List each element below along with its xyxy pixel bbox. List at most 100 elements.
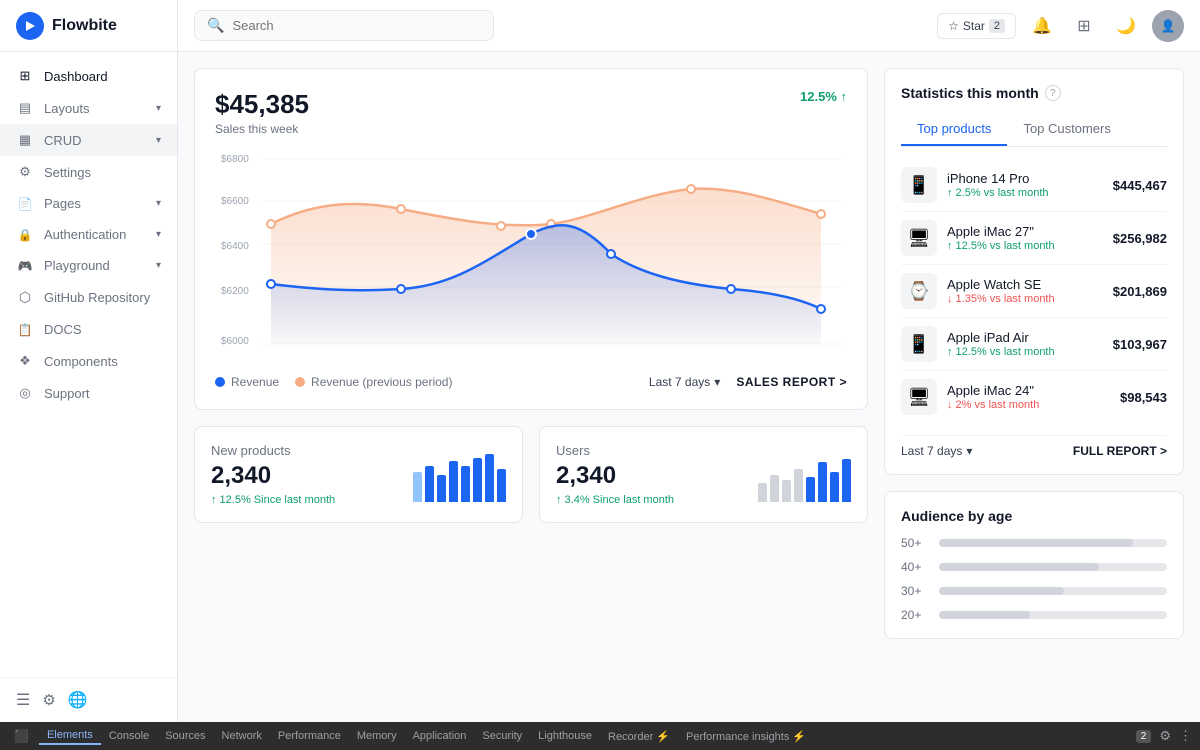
dark-mode-icon[interactable]: 🌙 [1110,10,1142,42]
stats-period-select[interactable]: Last 7 days ▾ [901,444,972,458]
product-image-watch: ⌚ [901,273,937,309]
age-row-50: 50+ [901,536,1167,550]
sidebar-bottom-flag-icon[interactable]: 🌐 [68,690,88,710]
devtools-tab-application[interactable]: Application [405,728,475,744]
github-icon: ⬡ [16,289,34,306]
age-row-40: 40+ [901,560,1167,574]
star-button[interactable]: ☆ Star 2 [937,13,1016,39]
star-label: Star [963,19,985,33]
age-label-50: 50+ [901,536,931,550]
sidebar-item-support[interactable]: ◎ Support [0,377,177,409]
devtools-badge: 2 [1136,730,1152,743]
sidebar-item-layouts[interactable]: ▤ Layouts ▾ [0,92,177,124]
product-image-ipad: 📱 [901,326,937,362]
grid-icon[interactable]: ⊞ [1068,10,1100,42]
svg-text:$6000: $6000 [221,336,249,347]
tab-top-products[interactable]: Top products [901,113,1007,146]
devtools-more-icon[interactable]: ⋮ [1179,728,1192,744]
product-change-imac24: ↓ 2% vs last month [947,399,1110,411]
pages-icon: 📄 [16,197,34,211]
layouts-icon: ▤ [16,100,34,116]
product-change-ipad: ↑ 12.5% vs last month [947,346,1103,358]
header-actions: ☆ Star 2 🔔 ⊞ 🌙 👤 [921,10,1200,42]
age-label-30: 30+ [901,584,931,598]
svg-text:$6400: $6400 [221,241,249,252]
devtools-tab-recorder[interactable]: Recorder ⚡ [600,728,678,745]
devtools-tab-security[interactable]: Security [474,728,530,744]
playground-chevron: ▾ [156,260,161,271]
sidebar-bottom-settings-icon[interactable]: ⚙ [42,691,55,709]
star-icon: ☆ [948,19,959,33]
pages-chevron: ▾ [156,198,161,209]
sidebar-item-crud[interactable]: ▦ CRUD ▾ [0,124,177,156]
search-icon: 🔍 [207,17,224,34]
metric-cards-row: New products 2,340 ↑ 12.5% Since last mo… [194,426,868,523]
notification-icon[interactable]: 🔔 [1026,10,1058,42]
stats-tabs: Top products Top Customers [901,113,1167,147]
logo-area: Flowbite [0,0,178,51]
product-price: $103,967 [1113,337,1167,352]
sidebar-item-github[interactable]: ⬡ GitHub Repository [0,281,177,314]
sidebar-item-authentication[interactable]: 🔒 Authentication ▾ [0,219,177,250]
product-price: $256,982 [1113,231,1167,246]
users-value: 2,340 [556,462,674,490]
product-row: 📱 Apple iPad Air ↑ 12.5% vs last month $… [901,318,1167,371]
sidebar-item-pages[interactable]: 📄 Pages ▾ [0,188,177,219]
avatar[interactable]: 👤 [1152,10,1184,42]
tab-top-customers[interactable]: Top Customers [1007,113,1126,146]
auth-chevron: ▾ [156,229,161,240]
product-name: Apple iMac 27" [947,224,1103,239]
full-report-link[interactable]: FULL REPORT > [1073,444,1167,458]
sales-report-link[interactable]: SALES REPORT > [736,375,847,389]
sidebar-nav: ⊞ Dashboard ▤ Layouts ▾ ▦ CRUD ▾ ⚙ Setti… [0,52,177,677]
legend-revenue: Revenue [215,375,279,389]
right-column: Statistics this month ? Top products Top… [884,68,1184,706]
sidebar-item-components[interactable]: ❖ Components [0,345,177,377]
product-change-imac27: ↑ 12.5% vs last month [947,240,1103,252]
support-icon: ◎ [16,385,34,401]
sidebar-item-dashboard[interactable]: ⊞ Dashboard [0,60,177,92]
logo-icon [16,12,44,40]
sidebar-bottom: ☰ ⚙ 🌐 [0,677,177,722]
age-bar-40 [939,563,1099,571]
period-select[interactable]: Last 7 days ▾ [649,375,720,389]
sidebar-item-playground[interactable]: 🎮 Playground ▾ [0,250,177,281]
devtools-tab-performance[interactable]: Performance [270,728,349,744]
search-container: 🔍 [178,10,921,41]
product-change-watch: ↓ 1.35% vs last month [947,293,1103,305]
svg-text:$6600: $6600 [221,196,249,207]
devtools-tab-memory[interactable]: Memory [349,728,405,744]
revenue-chart-svg: $6800 $6600 $6400 $6200 $6000 [215,144,847,364]
devtools-settings-icon[interactable]: ⚙ [1159,728,1171,744]
sidebar-bottom-bars-icon[interactable]: ☰ [16,690,30,710]
devtools-tab-lighthouse[interactable]: Lighthouse [530,728,600,744]
components-icon: ❖ [16,353,34,369]
devtools-tab-perf-insights[interactable]: Performance insights ⚡ [678,728,814,745]
crud-icon: ▦ [16,132,34,148]
devtools-tab-elements[interactable]: Elements [39,727,101,745]
devtools-tab-console[interactable]: Console [101,728,157,744]
sidebar-item-docs[interactable]: 📋 DOCS [0,314,177,345]
devtools-panel-icon[interactable]: ⬛ [8,729,35,743]
product-name: Apple Watch SE [947,277,1103,292]
logo-text: Flowbite [52,17,117,35]
center-column: $45,385 Sales this week 12.5% ↑ $6800 $6… [194,68,868,706]
devtools-tab-network[interactable]: Network [214,728,270,744]
sidebar-item-settings[interactable]: ⚙ Settings [0,156,177,188]
product-name: Apple iPad Air [947,330,1103,345]
product-image-imac27: 🖥 [901,220,937,256]
legend-previous: Revenue (previous period) [295,375,452,389]
svg-text:$6800: $6800 [221,154,249,165]
search-box[interactable]: 🔍 [194,10,494,41]
stats-chevron-down-icon: ▾ [966,444,972,458]
age-label-40: 40+ [901,560,931,574]
age-bar-50 [939,539,1133,547]
age-bar-30 [939,587,1064,595]
search-input[interactable] [232,18,481,33]
body-area: ⊞ Dashboard ▤ Layouts ▾ ▦ CRUD ▾ ⚙ Setti… [0,52,1200,722]
playground-icon: 🎮 [16,259,34,273]
products-list: 📱 iPhone 14 Pro ↑ 2.5% vs last month $44… [901,159,1167,423]
new-products-chart [413,447,506,502]
page-content: $45,385 Sales this week 12.5% ↑ $6800 $6… [178,52,1200,722]
devtools-tab-sources[interactable]: Sources [157,728,213,744]
